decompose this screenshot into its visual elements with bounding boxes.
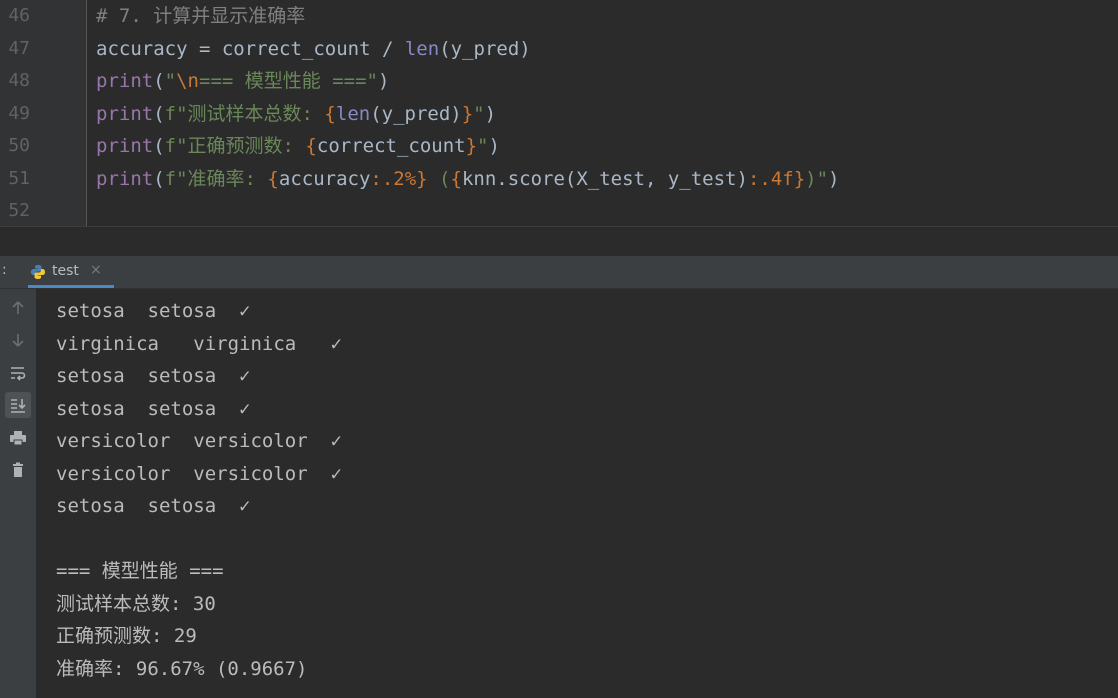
console-line: 测试样本总数: 30 bbox=[56, 592, 216, 615]
code-token: (y_pred) bbox=[370, 102, 462, 125]
line-number: 51 bbox=[8, 167, 30, 189]
code-token: ( bbox=[153, 70, 165, 92]
code-token: ) bbox=[828, 167, 840, 190]
code-token: print bbox=[96, 70, 154, 92]
code-token: print bbox=[96, 102, 154, 125]
line-number: 48 bbox=[8, 70, 30, 91]
code-token: } bbox=[416, 167, 428, 190]
line-number: 50 bbox=[8, 135, 30, 156]
code-text: # 7. 计算并显示准确率 bbox=[96, 0, 305, 32]
console-line: 正确预测数: 29 bbox=[56, 625, 197, 647]
code-text: accuracy = correct_count / len(y_pred) bbox=[96, 33, 531, 65]
line-number: 47 bbox=[8, 37, 30, 59]
code-token: :.2% bbox=[370, 167, 417, 190]
run-tab-test[interactable]: test × bbox=[28, 256, 114, 288]
console-line: setosa setosa ✓ bbox=[56, 300, 251, 322]
console-line: versicolor versicolor ✓ bbox=[56, 430, 342, 452]
code-token: } bbox=[465, 135, 478, 157]
code-editor[interactable]: 46 # 7. 计算并显示准确率 47 accuracy = correct_coun… bbox=[0, 0, 1118, 226]
code-token: } bbox=[793, 167, 806, 190]
code-token: f"测试样本总数: bbox=[164, 102, 325, 125]
code-token: accuracy = correct_count / bbox=[96, 37, 405, 60]
console-output[interactable]: setosa setosa ✓ virginica virginica ✓ seto… bbox=[36, 289, 1118, 698]
arrow-up-icon[interactable] bbox=[5, 295, 31, 321]
code-token: (y_pred) bbox=[439, 37, 531, 60]
code-token: } bbox=[461, 102, 474, 125]
run-tab-label: test bbox=[52, 263, 79, 279]
code-token: ) bbox=[488, 135, 500, 157]
code-token: )" bbox=[805, 167, 829, 190]
code-token: \n bbox=[176, 70, 199, 92]
code-token: len bbox=[335, 102, 371, 125]
code-token: ( bbox=[153, 102, 165, 125]
code-token: === 模型性能 ===" bbox=[199, 70, 378, 92]
code-token: print bbox=[96, 167, 154, 190]
python-icon bbox=[31, 265, 45, 279]
code-token: knn.score(X_test, y_test) bbox=[461, 167, 748, 190]
code-token: " bbox=[164, 70, 177, 92]
code-token: { bbox=[305, 135, 317, 157]
code-token: len bbox=[404, 37, 440, 60]
code-token: :.4f bbox=[747, 167, 794, 190]
close-icon[interactable]: × bbox=[90, 262, 102, 278]
console-line: versicolor versicolor ✓ bbox=[56, 462, 342, 485]
tool-window-label: : bbox=[2, 262, 7, 278]
code-token: ) bbox=[484, 102, 497, 125]
code-token: { bbox=[267, 167, 279, 190]
code-text: print(f"准确率: {accuracy:.2%} ({knn.score(… bbox=[96, 163, 840, 195]
code-token: { bbox=[324, 102, 336, 125]
run-tool-window-header: : test × bbox=[0, 256, 1118, 289]
code-token: f"正确预测数: bbox=[164, 135, 306, 157]
code-text: print(f"测试样本总数: {len(y_pred)}") bbox=[96, 98, 496, 130]
code-token: ( bbox=[153, 167, 165, 190]
code-token: # 7. 计算并显示准确率 bbox=[96, 5, 306, 27]
code-token: { bbox=[450, 167, 462, 190]
code-text: print("\n=== 模型性能 ===") bbox=[96, 65, 389, 97]
console-line: === 模型性能 === bbox=[56, 560, 224, 582]
code-token: " bbox=[473, 102, 485, 125]
console-line: setosa setosa ✓ bbox=[56, 365, 251, 387]
code-token: " bbox=[477, 135, 489, 157]
editor-console-divider[interactable] bbox=[0, 226, 1118, 257]
console-line: virginica virginica ✓ bbox=[56, 332, 342, 355]
line-number: 52 bbox=[8, 200, 30, 221]
code-text: print(f"正确预测数: {correct_count}") bbox=[96, 130, 500, 162]
code-token: print bbox=[96, 135, 154, 157]
line-number: 49 bbox=[8, 102, 30, 124]
console-line: 准确率: 96.67% (0.9667) bbox=[56, 657, 308, 680]
line-number: 46 bbox=[8, 5, 30, 26]
code-token: ) bbox=[377, 70, 390, 92]
soft-wrap-icon[interactable] bbox=[5, 360, 31, 386]
trash-icon[interactable] bbox=[5, 457, 31, 483]
code-token: ( bbox=[427, 167, 451, 190]
arrow-down-icon[interactable] bbox=[5, 327, 31, 353]
run-toolbar bbox=[0, 289, 36, 698]
code-token: ( bbox=[153, 135, 165, 157]
code-token: f"准确率: bbox=[164, 167, 268, 190]
code-token: accuracy bbox=[278, 167, 371, 190]
code-token: correct_count bbox=[316, 135, 466, 157]
console-line: setosa setosa ✓ bbox=[56, 397, 251, 420]
scroll-to-end-icon[interactable] bbox=[5, 392, 31, 418]
print-icon[interactable] bbox=[5, 425, 31, 451]
console-line: setosa setosa ✓ bbox=[56, 495, 251, 517]
